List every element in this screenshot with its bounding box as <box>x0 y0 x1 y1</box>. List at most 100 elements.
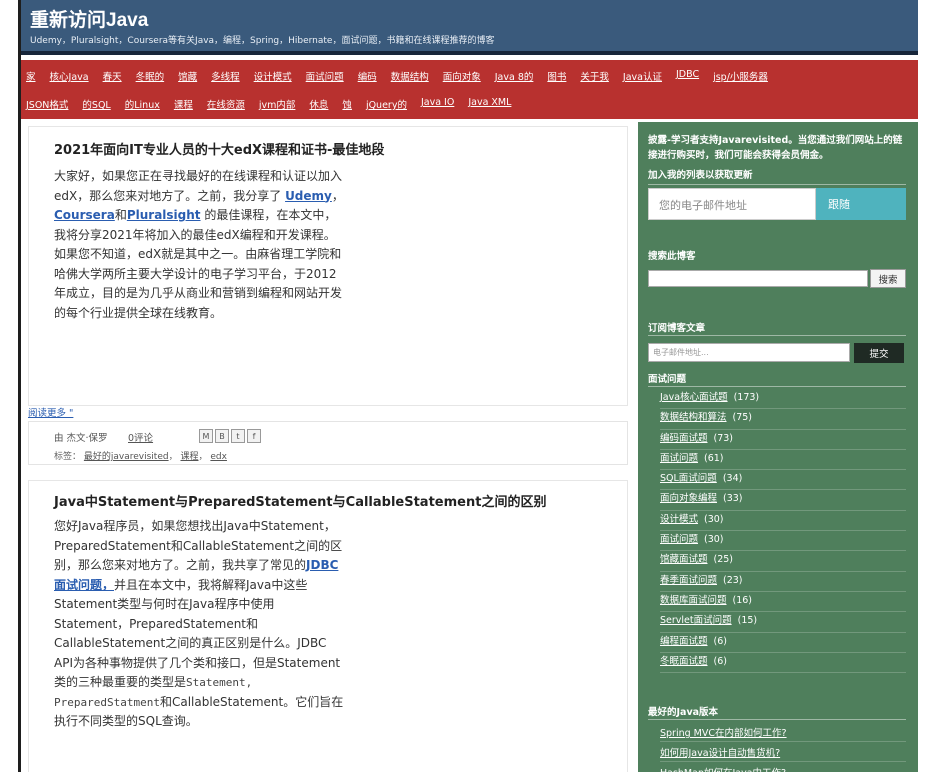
nav-link[interactable]: 的SQL <box>82 97 110 111</box>
nav-link[interactable]: 春天 <box>103 69 122 83</box>
best-posts-list: Spring MVC在内部如何工作?如何用Java设计自动售货机?HashMap… <box>660 722 906 772</box>
category-link[interactable]: 编程面试题 <box>660 636 708 647</box>
twitter-share-icon[interactable]: t <box>231 429 245 443</box>
post-body-text: 并且在本文中，我将解释Java中这些Statement类型与何时在Java程序中… <box>54 577 341 690</box>
comments-link[interactable]: 0评论 <box>128 430 153 444</box>
category-link[interactable]: Java核心面试题 <box>660 392 728 403</box>
category-count: (75) <box>732 412 753 424</box>
join-heading: 加入我的列表以获取更新 <box>648 170 753 181</box>
nav-link[interactable]: 核心Java <box>50 69 89 83</box>
list-item: 春季面试问题 (23) <box>660 572 906 592</box>
category-link[interactable]: 设计模式 <box>660 514 698 525</box>
category-link[interactable]: SQL面试问题 <box>660 473 717 484</box>
tag-link[interactable]: edx <box>210 452 227 462</box>
main-content: 2021年面向IT专业人员的十大edX课程和证书-最佳地段 大家好，如果您正在寻… <box>28 122 630 772</box>
disclosure-note: 披露-学习者支持Javarevisited。当您通过我们网站上的链接进行购买时，… <box>648 135 903 161</box>
category-link[interactable]: Servlet面试问题 <box>660 615 732 626</box>
search-input[interactable] <box>648 270 868 287</box>
post-body: 您好Java程序员，如果您想找出Java中Statement，PreparedS… <box>54 517 346 732</box>
udemy-link[interactable]: Udemy <box>285 189 332 203</box>
best-post-link[interactable]: Spring MVC在内部如何工作? <box>660 722 906 742</box>
coursera-link[interactable]: Coursera <box>54 208 115 222</box>
blog-share-icon[interactable]: B <box>215 429 229 443</box>
category-link[interactable]: 馆藏面试题 <box>660 554 708 565</box>
conjunction: 和 <box>114 208 127 222</box>
nav-link[interactable]: 图书 <box>547 69 566 83</box>
list-item: 编程面试题 (6) <box>660 633 906 653</box>
nav-link[interactable]: 蚀 <box>342 97 352 111</box>
tag-link[interactable]: 最好的javarevisited <box>84 452 169 462</box>
post-body-text: 您好Java程序员，如果您想找出Java中Statement，PreparedS… <box>54 519 343 572</box>
nav-link[interactable]: 面试问题 <box>306 69 344 83</box>
divider <box>648 184 906 185</box>
nav-link[interactable]: JDBC <box>676 69 699 83</box>
nav-link[interactable]: Java认证 <box>623 69 662 83</box>
post-title[interactable]: Java中Statement与PreparedStatement与Callabl… <box>54 491 546 510</box>
nav-link[interactable]: 冬眠的 <box>136 69 165 83</box>
interview-heading: 面试问题 <box>648 374 687 385</box>
best-post-link[interactable]: HashMap如何在Java中工作? <box>660 762 906 772</box>
subscribe-heading: 订阅博客文章 <box>648 323 706 334</box>
category-link[interactable]: 冬眠面试题 <box>660 656 708 667</box>
email-input[interactable]: 您的电子邮件地址 <box>648 188 816 220</box>
left-border <box>18 0 21 772</box>
share-icons: M B t f <box>199 429 261 443</box>
nav-link[interactable]: 在线资源 <box>207 97 245 111</box>
best-heading: 最好的Java版本 <box>648 707 719 718</box>
post-body-text: 的最佳课程，在本文中，我将分享2021年将加入的最佳edX编程和开发课程。如果您… <box>54 208 343 320</box>
nav-link[interactable]: 休息 <box>309 97 328 111</box>
pluralsight-link[interactable]: Pluralsight <box>127 208 201 222</box>
nav-link[interactable]: jQuery的 <box>366 97 407 111</box>
nav-link[interactable]: 多线程 <box>211 69 240 83</box>
nav-link[interactable]: 数据结构 <box>391 69 429 83</box>
nav-link[interactable]: Java XML <box>468 97 511 111</box>
read-more-link[interactable]: 阅读更多 " <box>28 405 73 419</box>
site-title[interactable]: 重新访问Java <box>30 5 148 32</box>
subscribe-email-input[interactable]: 电子邮件地址... <box>648 343 850 362</box>
post-author: 由 杰文·保罗 <box>54 433 108 444</box>
follow-button[interactable]: 跟随 <box>816 188 906 220</box>
nav-link[interactable]: JSON格式 <box>26 97 68 111</box>
category-link[interactable]: 编码面试题 <box>660 433 708 444</box>
category-count: (173) <box>733 392 760 403</box>
nav-link[interactable]: jvm内部 <box>259 97 296 111</box>
nav-link[interactable]: Java IO <box>421 97 454 111</box>
category-link[interactable]: 春季面试问题 <box>660 575 717 586</box>
nav-link[interactable]: 关于我 <box>580 69 609 83</box>
category-link[interactable]: 面试问题 <box>660 453 698 464</box>
list-item: 数据库面试问题 (16) <box>660 592 906 613</box>
site-header: 重新访问Java Udemy，Pluralsight，Coursera等有关Ja… <box>18 0 918 55</box>
nav-row-2: JSON格式 的SQL 的Linux 课程 在线资源 jvm内部 休息蚀 jQuery的 Jav… <box>26 97 525 111</box>
list-item: 面试问题 (61) <box>660 450 906 471</box>
category-link[interactable]: 面试问题 <box>660 534 698 545</box>
tag-link[interactable]: 课程 <box>180 452 198 462</box>
nav-link[interactable]: 课程 <box>174 97 193 111</box>
category-count: (30) <box>704 513 724 525</box>
nav-link[interactable]: 家 <box>26 69 36 83</box>
nav-link[interactable]: Java 8的 <box>495 69 534 83</box>
nav-link[interactable]: 的Linux <box>125 97 160 111</box>
email-share-icon[interactable]: M <box>199 429 213 443</box>
nav-link[interactable]: 设计模式 <box>254 69 292 83</box>
category-link[interactable]: 面向对象编程 <box>660 493 717 504</box>
list-item: 冬眠面试题 (6) <box>660 653 906 674</box>
category-link[interactable]: 数据库面试问题 <box>660 595 727 606</box>
post-title[interactable]: 2021年面向IT专业人员的十大edX课程和证书-最佳地段 <box>54 139 384 158</box>
list-item: 面试问题 (30) <box>660 531 906 552</box>
sidebar: 披露-学习者支持Javarevisited。当您通过我们网站上的链接进行购买时，… <box>638 122 918 772</box>
nav-link[interactable]: jsp/小服务器 <box>713 69 768 83</box>
divider <box>648 335 906 336</box>
search-button[interactable]: 搜索 <box>870 269 906 288</box>
category-link[interactable]: 数据结构和算法 <box>660 412 727 423</box>
nav-link[interactable]: 编码 <box>358 69 377 83</box>
subscribe-submit-button[interactable]: 提交 <box>854 343 904 363</box>
nav-link[interactable]: 面向对象 <box>443 69 481 83</box>
post-card: 2021年面向IT专业人员的十大edX课程和证书-最佳地段 大家好，如果您正在寻… <box>28 126 628 406</box>
facebook-share-icon[interactable]: f <box>247 429 261 443</box>
nav-link[interactable]: 馆藏 <box>178 69 197 83</box>
post-card: Java中Statement与PreparedStatement与Callabl… <box>28 480 628 772</box>
best-post-link[interactable]: 如何用Java设计自动售货机? <box>660 742 906 762</box>
category-count: (73) <box>713 432 734 444</box>
category-count: (15) <box>737 615 758 627</box>
separator: ， <box>331 188 344 203</box>
